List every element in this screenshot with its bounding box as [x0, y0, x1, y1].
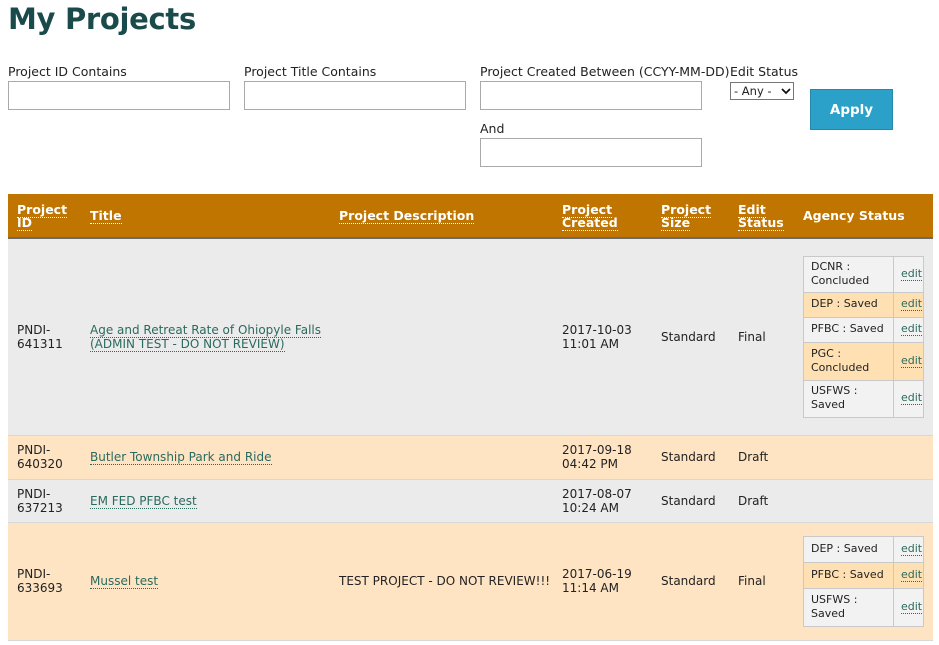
- agency-status-text: PGC : Concluded: [803, 341, 894, 381]
- edit-status-select[interactable]: - Any -: [730, 82, 794, 100]
- project-id-cell: PNDI-633693: [8, 522, 81, 641]
- edit-status-label: Edit Status: [730, 64, 799, 79]
- project-id-cell: PNDI-637213: [8, 479, 81, 523]
- agency-status-item: DCNR : Concluded edit: [803, 255, 924, 293]
- agency-status-item: PFBC : Saved edit: [803, 561, 924, 589]
- agency-status-text: DEP : Saved: [803, 291, 894, 318]
- col-description[interactable]: Project Description: [330, 194, 553, 239]
- table-row: PNDI-637213 EM FED PFBC test 2017-08-07 …: [8, 479, 933, 523]
- sort-description-link[interactable]: Project Description: [339, 208, 475, 224]
- created-between-label: Project Created Between (CCYY-MM-DD): [480, 64, 730, 79]
- agency-edit-link[interactable]: edit: [901, 391, 923, 406]
- agency-status-cell: DEP : Saved edit PFBC : Saved edit USFWS…: [794, 522, 933, 641]
- col-title[interactable]: Title: [81, 194, 330, 239]
- agency-edit-link[interactable]: edit: [901, 297, 923, 312]
- edit-status-cell: Draft: [729, 435, 794, 480]
- agency-status-item: PFBC : Saved edit: [803, 316, 924, 343]
- col-project-id[interactable]: Project ID: [8, 194, 81, 239]
- sort-project-id-link[interactable]: Project ID: [17, 201, 68, 231]
- title-cell: EM FED PFBC test: [81, 479, 330, 523]
- sort-size-link[interactable]: Project Size: [661, 201, 712, 231]
- table-row: PNDI-640320 Butler Township Park and Rid…: [8, 435, 933, 480]
- agency-status-cell: [794, 479, 933, 523]
- edit-status-cell: Final: [729, 238, 794, 436]
- page-title: My Projects: [8, 2, 196, 36]
- table-header-row: Project ID Title Project Description Pro…: [8, 194, 933, 239]
- sort-created-link[interactable]: Project Created: [562, 201, 618, 231]
- agency-status-text: PFBC : Saved: [803, 561, 894, 589]
- project-title-label: Project Title Contains: [244, 64, 377, 79]
- col-edit-status[interactable]: Edit Status: [729, 194, 794, 239]
- and-label: And: [480, 121, 505, 136]
- agency-status-item: DEP : Saved edit: [803, 291, 924, 318]
- chevron-down-icon: [781, 88, 791, 95]
- agency-status-list: DCNR : Concluded edit DEP : Saved edit P…: [803, 255, 924, 418]
- agency-edit-link[interactable]: edit: [901, 567, 923, 582]
- agency-status-item: PGC : Concluded edit: [803, 341, 924, 381]
- projects-table: Project ID Title Project Description Pro…: [8, 194, 933, 641]
- project-title-input[interactable]: [244, 81, 466, 110]
- agency-status-cell: [794, 435, 933, 480]
- project-id-cell: PNDI-641311: [8, 238, 81, 436]
- size-cell: Standard: [652, 435, 729, 480]
- col-agency-status: Agency Status: [794, 194, 933, 239]
- agency-edit-link[interactable]: edit: [901, 322, 923, 337]
- col-created[interactable]: Project Created: [553, 194, 652, 239]
- created-to-input[interactable]: [480, 138, 702, 167]
- created-cell: 2017-08-07 10:24 AM: [553, 479, 652, 523]
- title-cell: Butler Township Park and Ride: [81, 435, 330, 480]
- table-row: PNDI-633693 Mussel test TEST PROJECT - D…: [8, 522, 933, 641]
- agency-status-text: DEP : Saved: [803, 535, 894, 563]
- description-cell: TEST PROJECT - DO NOT REVIEW!!!: [330, 522, 553, 641]
- agency-status-item: USFWS : Saved edit: [803, 379, 924, 418]
- agency-status-header: Agency Status: [803, 208, 905, 223]
- agency-edit-link[interactable]: edit: [901, 599, 923, 614]
- agency-edit-link[interactable]: edit: [901, 266, 923, 281]
- description-cell: [330, 238, 553, 436]
- edit-status-cell: Final: [729, 522, 794, 641]
- project-id-cell: PNDI-640320: [8, 435, 81, 480]
- agency-status-item: USFWS : Saved edit: [803, 587, 924, 627]
- created-cell: 2017-10-03 11:01 AM: [553, 238, 652, 436]
- sort-edit-status-link[interactable]: Edit Status: [738, 201, 784, 231]
- apply-button[interactable]: Apply: [810, 89, 893, 130]
- agency-edit-link[interactable]: edit: [901, 353, 923, 368]
- title-cell: Mussel test: [81, 522, 330, 641]
- created-cell: 2017-06-19 11:14 AM: [553, 522, 652, 641]
- created-cell: 2017-09-18 04:42 PM: [553, 435, 652, 480]
- created-from-input[interactable]: [480, 81, 702, 110]
- project-title-link[interactable]: Age and Retreat Rate of Ohiopyle Falls (…: [90, 322, 321, 352]
- edit-status-cell: Draft: [729, 479, 794, 523]
- project-id-input[interactable]: [8, 81, 230, 110]
- size-cell: Standard: [652, 479, 729, 523]
- title-cell: Age and Retreat Rate of Ohiopyle Falls (…: [81, 238, 330, 436]
- agency-status-text: USFWS : Saved: [803, 587, 894, 627]
- agency-status-text: USFWS : Saved: [803, 379, 894, 418]
- agency-status-list: DEP : Saved edit PFBC : Saved edit USFWS…: [803, 535, 924, 627]
- project-id-label: Project ID Contains: [8, 64, 127, 79]
- agency-edit-link[interactable]: edit: [901, 541, 923, 556]
- agency-status-cell: DCNR : Concluded edit DEP : Saved edit P…: [794, 238, 933, 436]
- size-cell: Standard: [652, 522, 729, 641]
- description-cell: [330, 435, 553, 480]
- agency-status-text: DCNR : Concluded: [803, 255, 894, 293]
- project-title-link[interactable]: Butler Township Park and Ride: [90, 450, 272, 465]
- agency-status-item: DEP : Saved edit: [803, 535, 924, 563]
- agency-status-text: PFBC : Saved: [803, 316, 894, 343]
- size-cell: Standard: [652, 238, 729, 436]
- description-cell: [330, 479, 553, 523]
- project-title-link[interactable]: Mussel test: [90, 574, 159, 589]
- project-title-link[interactable]: EM FED PFBC test: [90, 493, 197, 509]
- edit-status-selected-value: - Any -: [734, 84, 772, 98]
- table-row: PNDI-641311 Age and Retreat Rate of Ohio…: [8, 238, 933, 436]
- col-size[interactable]: Project Size: [652, 194, 729, 239]
- sort-title-link[interactable]: Title: [90, 208, 122, 224]
